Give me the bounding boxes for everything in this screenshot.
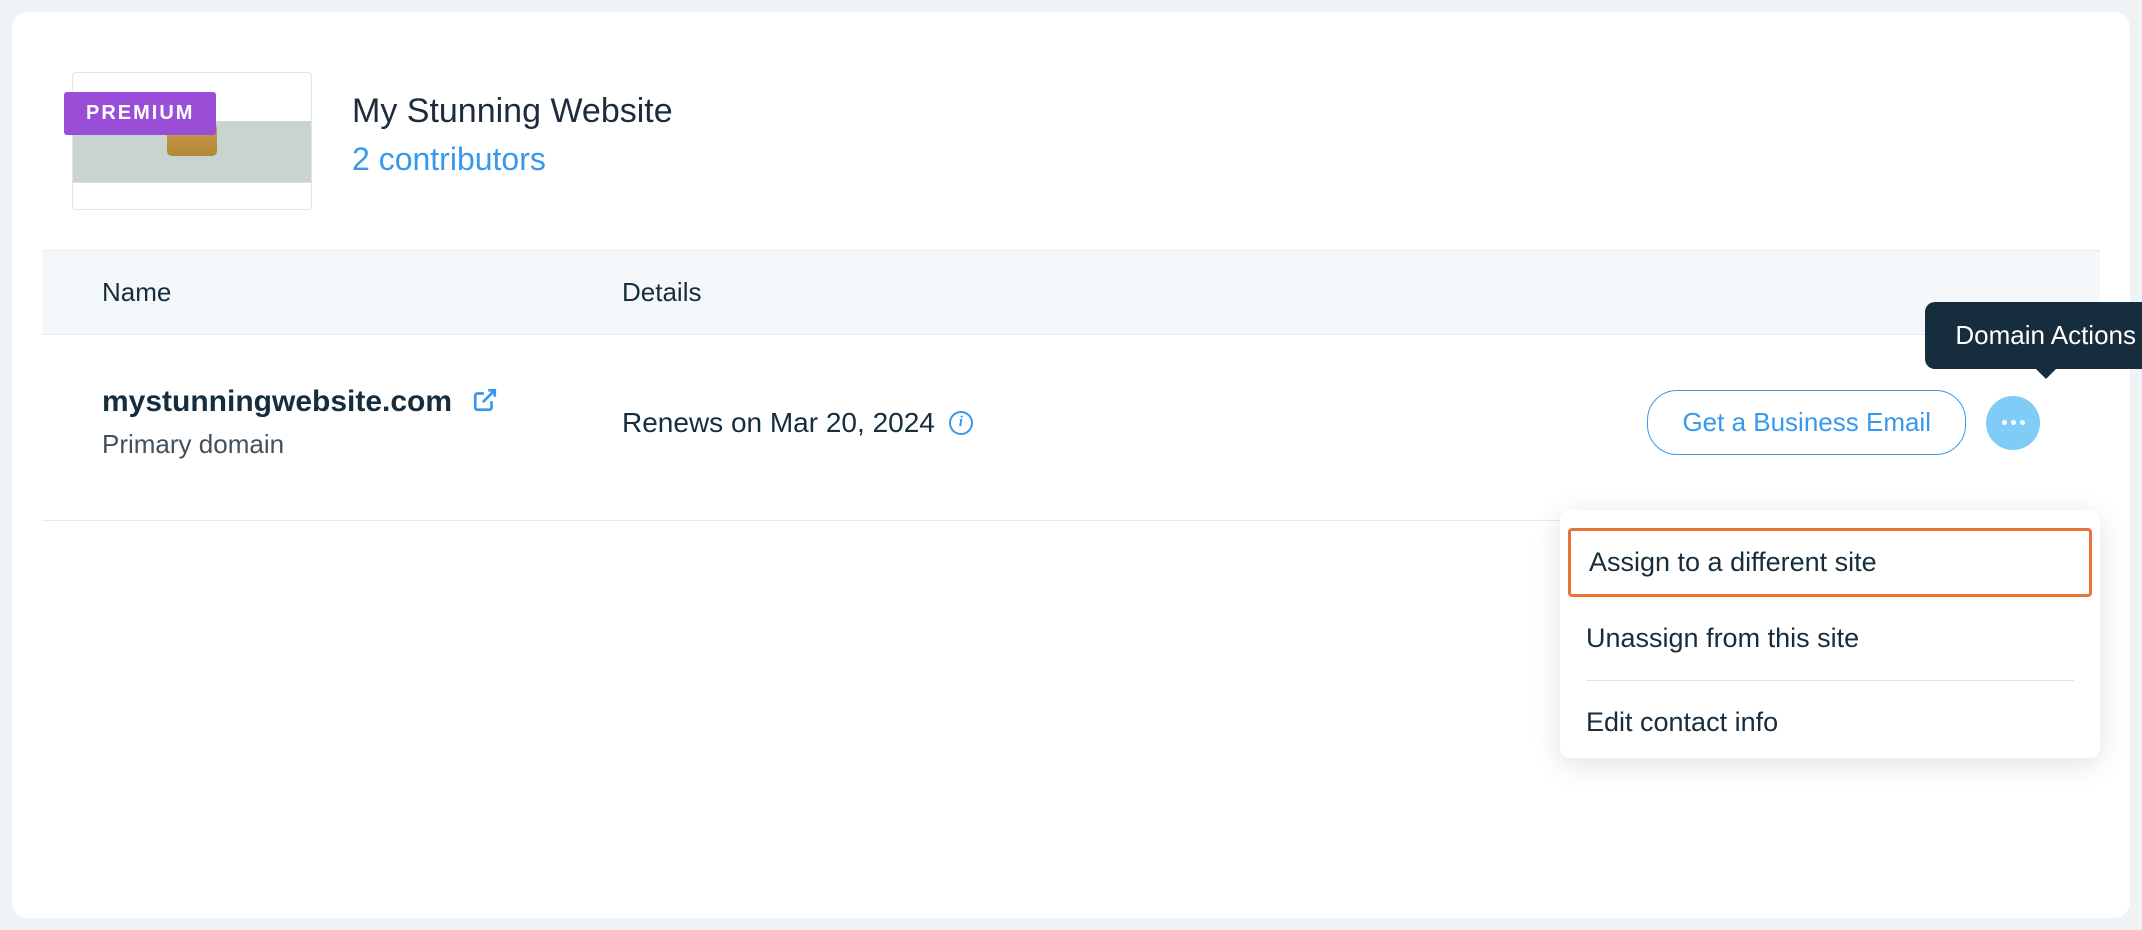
site-card: PREMIUM My Stunning Website 2 contributo…	[12, 12, 2130, 918]
site-info: My Stunning Website 2 contributors	[352, 72, 673, 178]
domain-name: mystunningwebsite.com	[102, 385, 452, 419]
column-header-details: Details	[622, 277, 701, 308]
domain-sublabel: Primary domain	[102, 429, 622, 460]
info-icon[interactable]: i	[949, 411, 973, 435]
domain-name-column: mystunningwebsite.com Primary domain	[102, 385, 622, 460]
domain-name-line: mystunningwebsite.com	[102, 385, 622, 419]
column-header-name: Name	[102, 277, 622, 308]
actions-column: Get a Business Email Domain Actions	[1647, 390, 2040, 455]
external-link-icon[interactable]	[472, 387, 498, 418]
menu-divider	[1586, 680, 2074, 681]
table-header: Name Details	[42, 250, 2100, 335]
menu-item-assign-different-site[interactable]: Assign to a different site	[1568, 528, 2092, 597]
renew-text: Renews on Mar 20, 2024	[622, 407, 935, 439]
thumb-bottom	[73, 182, 311, 209]
site-thumbnail-wrapper: PREMIUM	[72, 72, 312, 210]
details-column: Renews on Mar 20, 2024 i	[622, 407, 1647, 439]
get-business-email-button[interactable]: Get a Business Email	[1647, 390, 1966, 455]
domain-actions-button[interactable]: Domain Actions	[1986, 396, 2040, 450]
site-header: PREMIUM My Stunning Website 2 contributo…	[12, 12, 2130, 250]
menu-item-edit-contact[interactable]: Edit contact info	[1560, 687, 2100, 758]
domain-actions-menu: Assign to a different site Unassign from…	[1560, 510, 2100, 758]
domain-row: mystunningwebsite.com Primary domain Ren…	[42, 335, 2100, 521]
domain-actions-tooltip: Domain Actions	[1925, 302, 2142, 369]
more-horizontal-icon	[2002, 420, 2025, 425]
site-title: My Stunning Website	[352, 92, 673, 131]
premium-badge: PREMIUM	[64, 92, 216, 135]
contributors-link[interactable]: 2 contributors	[352, 141, 673, 178]
menu-item-unassign[interactable]: Unassign from this site	[1560, 603, 2100, 674]
